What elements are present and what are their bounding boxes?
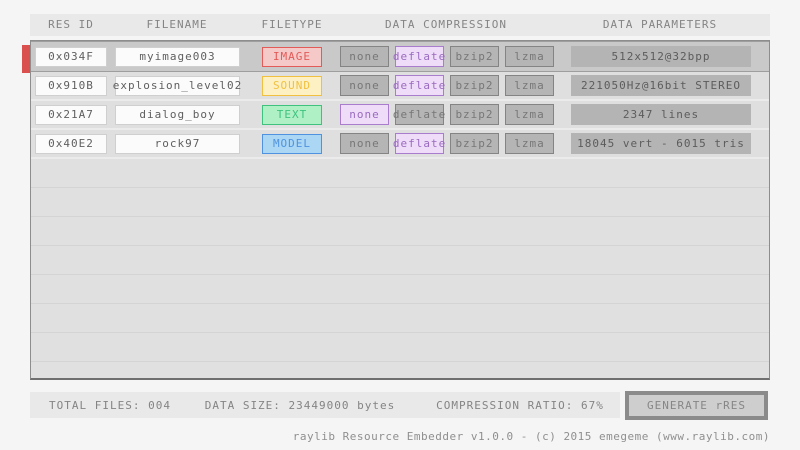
compression-bzip2-button[interactable]: bzip2 xyxy=(450,46,499,67)
compression-lzma-button[interactable]: lzma xyxy=(505,133,554,154)
empty-list-row xyxy=(31,188,769,217)
compression-none-button[interactable]: none xyxy=(340,75,389,96)
data-size-label: DATA SIZE: 23449000 bytes xyxy=(190,399,410,412)
column-header-parameters: DATA PARAMETERS xyxy=(570,18,750,31)
filename-value: explosion_level02 xyxy=(115,76,240,96)
filename-value: myimage003 xyxy=(115,47,240,67)
filetype-badge: SOUND xyxy=(262,76,322,96)
filetype-badge: IMAGE xyxy=(262,47,322,67)
compression-bzip2-button[interactable]: bzip2 xyxy=(450,75,499,96)
res-id-value: 0x910B xyxy=(35,76,107,96)
empty-list-row xyxy=(31,246,769,275)
empty-list-row xyxy=(31,362,769,380)
filetype-badge: TEXT xyxy=(262,105,322,125)
generate-rres-button[interactable]: GENERATE rRES xyxy=(625,391,768,420)
empty-list-row xyxy=(31,304,769,333)
compression-none-button[interactable]: none xyxy=(340,46,389,67)
table-row[interactable]: 0x034F myimage003 IMAGE none deflate bzi… xyxy=(31,41,769,72)
compression-deflate-button[interactable]: deflate xyxy=(395,46,444,67)
compression-bzip2-button[interactable]: bzip2 xyxy=(450,133,499,154)
compression-bzip2-button[interactable]: bzip2 xyxy=(450,104,499,125)
compression-deflate-button[interactable]: deflate xyxy=(395,133,444,154)
table-row[interactable]: 0x910B explosion_level02 SOUND none defl… xyxy=(31,72,769,101)
filename-value: dialog_boy xyxy=(115,105,240,125)
data-parameters-value: 18045 vert - 6015 tris xyxy=(571,133,751,154)
filename-value: rock97 xyxy=(115,134,240,154)
compression-ratio-label: COMPRESSION RATIO: 67% xyxy=(420,399,620,412)
empty-list-row xyxy=(31,159,769,188)
table-header: RES ID FILENAME FILETYPE DATA COMPRESSIO… xyxy=(30,14,770,36)
res-id-value: 0x034F xyxy=(35,47,107,67)
res-id-value: 0x21A7 xyxy=(35,105,107,125)
compression-lzma-button[interactable]: lzma xyxy=(505,104,554,125)
empty-list-row xyxy=(31,217,769,246)
filetype-badge: MODEL xyxy=(262,134,322,154)
compression-none-button[interactable]: none xyxy=(340,104,389,125)
empty-list-row xyxy=(31,275,769,304)
app-window: RES ID FILENAME FILETYPE DATA COMPRESSIO… xyxy=(0,0,800,450)
column-header-filetype: FILETYPE xyxy=(230,18,354,31)
compression-lzma-button[interactable]: lzma xyxy=(505,75,554,96)
compression-deflate-button[interactable]: deflate xyxy=(395,75,444,96)
compression-deflate-button[interactable]: deflate xyxy=(395,104,444,125)
data-parameters-value: 512x512@32bpp xyxy=(571,46,751,67)
data-parameters-value: 2347 lines xyxy=(571,104,751,125)
table-row[interactable]: 0x40E2 rock97 MODEL none deflate bzip2 l… xyxy=(31,130,769,159)
res-id-value: 0x40E2 xyxy=(35,134,107,154)
column-header-res-id: RES ID xyxy=(31,18,111,31)
compression-none-button[interactable]: none xyxy=(340,133,389,154)
resource-list-panel: 0x034F myimage003 IMAGE none deflate bzi… xyxy=(30,40,770,380)
column-header-filename: FILENAME xyxy=(112,18,242,31)
total-files-label: TOTAL FILES: 004 xyxy=(30,399,190,412)
empty-list-row xyxy=(31,333,769,362)
data-parameters-value: 221050Hz@16bit STEREO xyxy=(571,75,751,96)
compression-lzma-button[interactable]: lzma xyxy=(505,46,554,67)
status-bar-text: raylib Resource Embedder v1.0.0 - (c) 20… xyxy=(293,430,770,443)
summary-bar: TOTAL FILES: 004 DATA SIZE: 23449000 byt… xyxy=(30,392,620,418)
column-header-compression: DATA COMPRESSION xyxy=(340,18,552,31)
table-row[interactable]: 0x21A7 dialog_boy TEXT none deflate bzip… xyxy=(31,101,769,130)
